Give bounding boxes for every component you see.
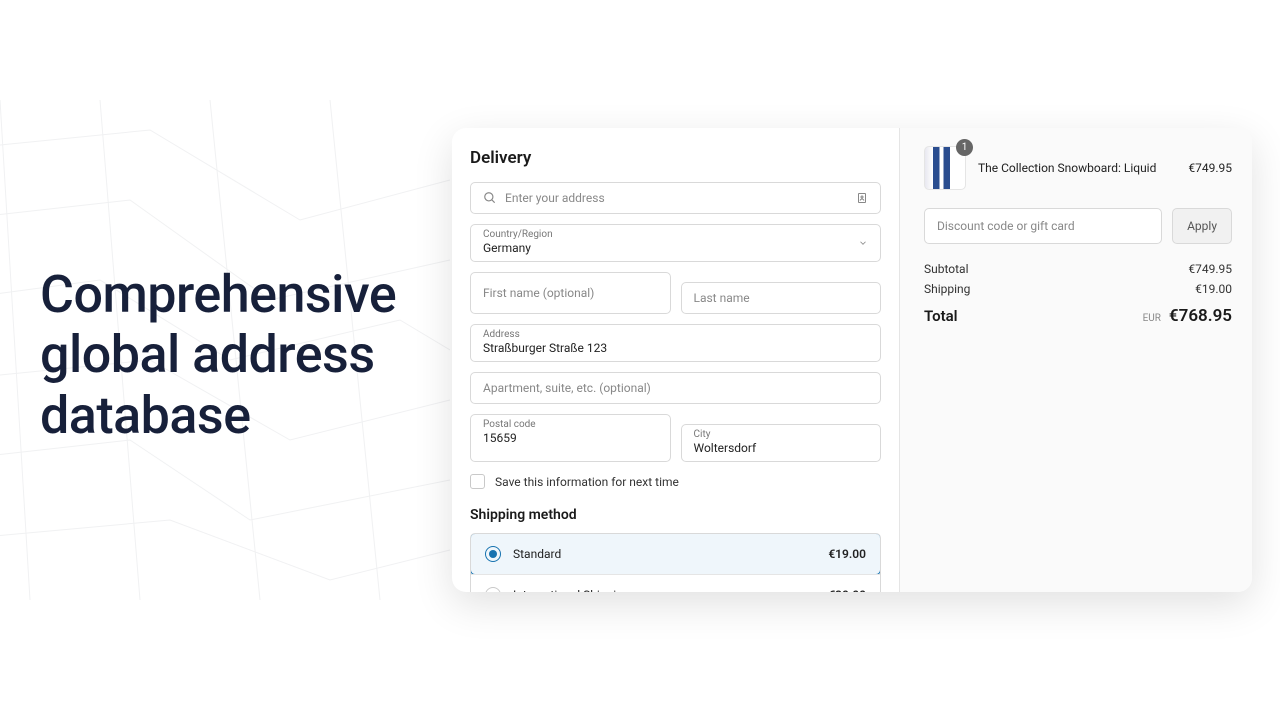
apply-button[interactable]: Apply [1172, 208, 1232, 244]
country-value: Germany [483, 241, 868, 255]
subtotal-label: Subtotal [924, 262, 969, 276]
radio-standard[interactable] [485, 546, 501, 562]
shipping-label: Shipping [924, 282, 970, 296]
marketing-headline: Comprehensive global address database [40, 265, 440, 446]
checkout-card: Delivery Enter your address Country/Regi… [452, 128, 1252, 592]
total-value: €768.95 [1169, 306, 1232, 326]
shipping-option-international[interactable]: International Shipping €30.00 [471, 574, 880, 592]
shipping-options: Standard €19.00 International Shipping €… [470, 533, 881, 592]
delivery-title: Delivery [470, 148, 881, 168]
city-input[interactable]: City Woltersdorf [681, 424, 882, 462]
search-icon [483, 191, 497, 205]
apartment-input[interactable]: Apartment, suite, etc. (optional) [470, 372, 881, 404]
subtotal-value: €749.95 [1188, 262, 1232, 276]
ship-price-international: €30.00 [828, 588, 866, 592]
product-price: €749.95 [1188, 161, 1232, 175]
currency-code: EUR [1143, 313, 1161, 324]
shipping-method-title: Shipping method [470, 507, 881, 523]
shipping-row: Shipping €19.00 [924, 282, 1232, 296]
address-label: Address [483, 329, 868, 340]
ship-price-standard: €19.00 [828, 547, 866, 561]
qty-badge: 1 [956, 139, 973, 156]
chevron-down-icon [858, 238, 868, 248]
total-row: Total EUR €768.95 [924, 306, 1232, 326]
product-thumbnail: 1 [924, 146, 966, 190]
discount-placeholder: Discount code or gift card [937, 219, 1075, 233]
address-book-icon[interactable] [856, 191, 868, 205]
address-search-input[interactable]: Enter your address [470, 182, 881, 214]
city-label: City [694, 429, 869, 440]
subtotal-row: Subtotal €749.95 [924, 262, 1232, 276]
save-info-checkbox[interactable] [470, 474, 485, 489]
total-label: Total [924, 307, 958, 325]
product-name: The Collection Snowboard: Liquid [978, 161, 1176, 175]
last-name-input[interactable]: Last name [681, 282, 882, 314]
radio-international[interactable] [485, 587, 501, 592]
first-name-input[interactable]: First name (optional) [470, 272, 671, 314]
city-value: Woltersdorf [694, 441, 869, 455]
save-info-checkbox-row[interactable]: Save this information for next time [470, 474, 881, 489]
country-label: Country/Region [483, 229, 868, 240]
delivery-form: Delivery Enter your address Country/Regi… [452, 128, 900, 592]
cart-item: 1 The Collection Snowboard: Liquid €749.… [924, 146, 1232, 190]
ship-label-standard: Standard [513, 547, 828, 561]
postal-code-input[interactable]: Postal code 15659 [470, 414, 671, 462]
address-value: Straßburger Straße 123 [483, 341, 868, 355]
address-search-placeholder: Enter your address [505, 191, 605, 205]
order-summary: 1 The Collection Snowboard: Liquid €749.… [900, 128, 1252, 592]
apartment-placeholder: Apartment, suite, etc. (optional) [483, 381, 651, 395]
first-name-placeholder: First name (optional) [483, 286, 594, 300]
last-name-placeholder: Last name [694, 291, 750, 305]
shipping-option-standard[interactable]: Standard €19.00 [470, 533, 881, 575]
summary-lines: Subtotal €749.95 Shipping €19.00 Total E… [924, 262, 1232, 326]
postal-value: 15659 [483, 431, 658, 445]
save-info-label: Save this information for next time [495, 475, 679, 489]
country-select[interactable]: Country/Region Germany [470, 224, 881, 262]
shipping-value: €19.00 [1195, 282, 1232, 296]
discount-input[interactable]: Discount code or gift card [924, 208, 1162, 244]
address-input[interactable]: Address Straßburger Straße 123 [470, 324, 881, 362]
ship-label-international: International Shipping [513, 588, 828, 592]
postal-label: Postal code [483, 419, 658, 430]
